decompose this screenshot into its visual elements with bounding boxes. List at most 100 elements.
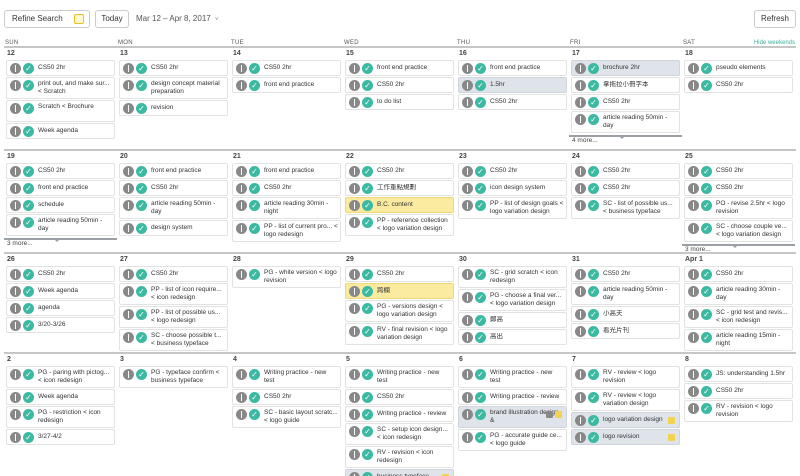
task-item[interactable]: ✓ CS50 2hr bbox=[684, 180, 793, 196]
info-icon[interactable] bbox=[123, 166, 134, 177]
day-cell[interactable]: 26 ✓ CS50 2hr ✓ Week agenda ✓ agenda ✓ 3/20-3/26 bbox=[4, 254, 117, 352]
check-icon[interactable]: ✓ bbox=[588, 432, 599, 443]
info-icon[interactable] bbox=[575, 309, 586, 320]
task-item[interactable]: ✓ article reading 50min - day bbox=[571, 283, 680, 305]
task-item[interactable]: ✓ SC - grid scratch < icon redesign bbox=[458, 266, 567, 288]
info-icon[interactable] bbox=[688, 269, 699, 280]
info-icon[interactable] bbox=[575, 183, 586, 194]
day-cell[interactable]: 29 ✓ CS50 2hr ✓ 跨欄 ✓ PG - versions design < lo… bbox=[343, 254, 456, 352]
task-item[interactable]: ✓ agenda bbox=[6, 300, 115, 316]
info-icon[interactable] bbox=[349, 80, 360, 91]
info-icon[interactable] bbox=[462, 369, 473, 380]
task-item[interactable]: ✓ Week agenda bbox=[6, 389, 115, 405]
task-item[interactable]: ✓ SC - setup icon design... < icon redesi… bbox=[345, 423, 454, 445]
day-cell[interactable]: 28 ✓ PG - white version < logo revision bbox=[230, 254, 343, 352]
info-icon[interactable] bbox=[575, 432, 586, 443]
info-icon[interactable] bbox=[236, 369, 247, 380]
check-icon[interactable]: ✓ bbox=[249, 269, 260, 280]
task-item[interactable]: ✓ CS50 2hr bbox=[345, 266, 454, 282]
info-icon[interactable] bbox=[349, 183, 360, 194]
task-item[interactable]: ✓ PP - list of icon require... < icon red… bbox=[119, 283, 228, 305]
check-icon[interactable]: ✓ bbox=[362, 217, 373, 228]
task-item[interactable]: ✓ front end practice bbox=[232, 163, 341, 179]
day-cell[interactable]: 15 ✓ front end practice ✓ CS50 2hr ✓ to do lis… bbox=[343, 48, 456, 149]
info-icon[interactable] bbox=[688, 166, 699, 177]
day-cell[interactable]: 8 ✓ JS: understanding 1.5hr ✓ CS50 2hr ✓ RV - … bbox=[682, 354, 795, 476]
info-icon[interactable] bbox=[349, 303, 360, 314]
info-icon[interactable] bbox=[123, 103, 134, 114]
day-cell[interactable]: Apr 1 ✓ CS50 2hr ✓ article reading 30min - d… bbox=[682, 254, 795, 352]
info-icon[interactable] bbox=[462, 97, 473, 108]
task-item[interactable]: ✓ front end practice bbox=[119, 163, 228, 179]
task-item[interactable]: ✓ CS50 2hr bbox=[458, 94, 567, 110]
check-icon[interactable]: ✓ bbox=[588, 97, 599, 108]
info-icon[interactable] bbox=[236, 80, 247, 91]
task-item[interactable]: ✓ CS50 2hr bbox=[571, 163, 680, 179]
info-icon[interactable] bbox=[10, 303, 21, 314]
info-icon[interactable] bbox=[575, 166, 586, 177]
info-icon[interactable] bbox=[349, 426, 360, 437]
check-icon[interactable]: ✓ bbox=[136, 269, 147, 280]
task-item[interactable]: ✓ design concept material preparation bbox=[119, 77, 228, 99]
info-icon[interactable] bbox=[575, 326, 586, 337]
task-item[interactable]: ✓ CS50 2hr bbox=[119, 60, 228, 76]
check-icon[interactable]: ✓ bbox=[23, 286, 34, 297]
task-item[interactable]: ✓ SC - list of possible us... < business … bbox=[571, 197, 680, 219]
info-icon[interactable] bbox=[575, 415, 586, 426]
info-icon[interactable] bbox=[123, 183, 134, 194]
task-item[interactable]: ✓ logo revision bbox=[571, 429, 680, 445]
task-item[interactable]: ✓ CS50 2hr bbox=[345, 77, 454, 93]
info-icon[interactable] bbox=[462, 392, 473, 403]
task-item[interactable]: ✓ CS50 2hr bbox=[345, 163, 454, 179]
info-icon[interactable] bbox=[462, 200, 473, 211]
check-icon[interactable]: ✓ bbox=[475, 392, 486, 403]
info-icon[interactable] bbox=[575, 392, 586, 403]
task-item[interactable]: ✓ PO - revise 2.5hr < logo revision bbox=[684, 197, 793, 219]
check-icon[interactable]: ✓ bbox=[136, 200, 147, 211]
check-icon[interactable]: ✓ bbox=[701, 369, 712, 380]
info-icon[interactable] bbox=[349, 392, 360, 403]
check-icon[interactable]: ✓ bbox=[475, 63, 486, 74]
task-item[interactable]: ✓ design system bbox=[119, 220, 228, 236]
check-icon[interactable]: ✓ bbox=[701, 200, 712, 211]
check-icon[interactable]: ✓ bbox=[362, 326, 373, 337]
refresh-button[interactable]: Refresh bbox=[754, 10, 796, 28]
info-icon[interactable] bbox=[462, 315, 473, 326]
check-icon[interactable]: ✓ bbox=[136, 223, 147, 234]
task-item[interactable]: ✓ CS50 2hr bbox=[232, 180, 341, 196]
task-item[interactable]: ✓ CS50 2hr bbox=[684, 383, 793, 399]
day-cell[interactable]: 18 ✓ pseudo elements ✓ CS50 2hr bbox=[682, 48, 795, 149]
day-cell[interactable]: 12 ✓ CS50 2hr ✓ print out, and make sur... <… bbox=[4, 48, 117, 149]
info-icon[interactable] bbox=[575, 369, 586, 380]
check-icon[interactable]: ✓ bbox=[701, 269, 712, 280]
check-icon[interactable]: ✓ bbox=[475, 166, 486, 177]
task-item[interactable]: ✓ 拿拖拉小冊字本 bbox=[571, 77, 680, 93]
check-icon[interactable]: ✓ bbox=[23, 392, 34, 403]
day-cell[interactable]: 2 ✓ PG - paring with pictog... < icon rede… bbox=[4, 354, 117, 476]
info-icon[interactable] bbox=[10, 269, 21, 280]
task-item[interactable]: ✓ RV - review < logo revision bbox=[571, 366, 680, 388]
check-icon[interactable]: ✓ bbox=[23, 303, 34, 314]
task-item[interactable]: ✓ RV - revision < logo revision bbox=[684, 400, 793, 422]
day-cell[interactable]: 14 ✓ CS50 2hr ✓ front end practice bbox=[230, 48, 343, 149]
task-item[interactable]: ✓ brochure 2hr bbox=[571, 60, 680, 76]
day-cell[interactable]: 23 ✓ CS50 2hr ✓ icon design system ✓ PP - list… bbox=[456, 151, 569, 252]
day-cell[interactable]: 25 ✓ CS50 2hr ✓ CS50 2hr ✓ PO - revise 2.5hr <… bbox=[682, 151, 795, 252]
info-icon[interactable] bbox=[688, 223, 699, 234]
check-icon[interactable]: ✓ bbox=[23, 103, 34, 114]
check-icon[interactable]: ✓ bbox=[588, 183, 599, 194]
task-item[interactable]: ✓ article reading 30min - day bbox=[684, 283, 793, 305]
refine-search-button[interactable]: Refine Search bbox=[4, 10, 90, 28]
info-icon[interactable] bbox=[575, 97, 586, 108]
info-icon[interactable] bbox=[123, 223, 134, 234]
info-icon[interactable] bbox=[10, 217, 21, 228]
info-icon[interactable] bbox=[462, 269, 473, 280]
check-icon[interactable]: ✓ bbox=[475, 369, 486, 380]
info-icon[interactable] bbox=[10, 286, 21, 297]
check-icon[interactable]: ✓ bbox=[362, 449, 373, 460]
check-icon[interactable]: ✓ bbox=[249, 80, 260, 91]
check-icon[interactable]: ✓ bbox=[475, 315, 486, 326]
task-item[interactable]: ✓ CS50 2hr bbox=[345, 389, 454, 405]
info-icon[interactable] bbox=[349, 326, 360, 337]
check-icon[interactable]: ✓ bbox=[249, 392, 260, 403]
